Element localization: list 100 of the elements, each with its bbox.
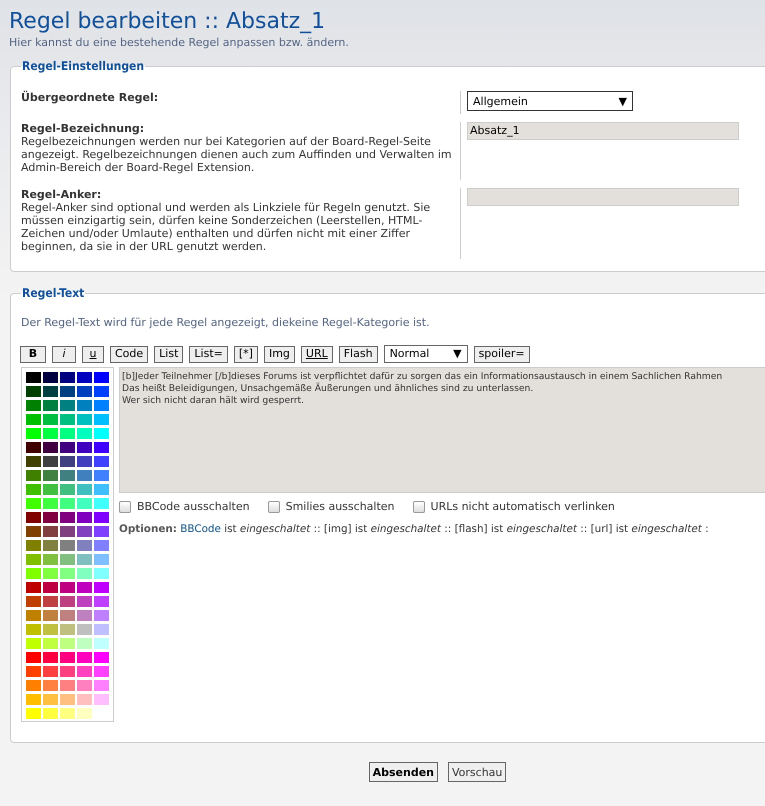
color-swatch[interactable] [26, 400, 41, 411]
color-swatch[interactable] [94, 470, 109, 481]
color-swatch[interactable] [77, 610, 92, 621]
color-swatch[interactable] [26, 638, 41, 649]
color-swatch[interactable] [77, 414, 92, 425]
color-swatch[interactable] [94, 582, 109, 593]
color-swatch[interactable] [94, 666, 109, 677]
color-swatch[interactable] [26, 470, 41, 481]
color-swatch[interactable] [43, 372, 58, 383]
color-swatch[interactable] [94, 554, 109, 565]
color-swatch[interactable] [94, 400, 109, 411]
color-swatch[interactable] [26, 652, 41, 663]
color-swatch[interactable] [26, 680, 41, 691]
color-swatch[interactable] [26, 596, 41, 607]
color-swatch[interactable] [43, 498, 58, 509]
color-swatch[interactable] [43, 428, 58, 439]
toolbar-button[interactable]: u [82, 346, 104, 362]
input-field[interactable]: Absatz_1 [467, 122, 739, 140]
color-swatch[interactable] [60, 666, 75, 677]
color-swatch[interactable] [77, 470, 92, 481]
color-swatch[interactable] [26, 666, 41, 677]
color-swatch[interactable] [26, 610, 41, 621]
color-swatch[interactable] [43, 582, 58, 593]
color-swatch[interactable] [60, 638, 75, 649]
checkbox[interactable] [119, 500, 131, 512]
color-swatch[interactable] [26, 414, 41, 425]
color-swatch[interactable] [43, 596, 58, 607]
color-swatch[interactable] [26, 708, 41, 719]
color-swatch[interactable] [77, 680, 92, 691]
color-swatch[interactable] [43, 708, 58, 719]
color-swatch[interactable] [43, 442, 58, 453]
color-swatch[interactable] [26, 526, 41, 537]
color-swatch[interactable] [94, 442, 109, 453]
color-swatch[interactable] [60, 652, 75, 663]
color-swatch[interactable] [43, 694, 58, 705]
color-swatch[interactable] [77, 512, 92, 523]
color-swatch[interactable] [43, 456, 58, 467]
toolbar-button[interactable]: URL [300, 346, 333, 362]
color-swatch[interactable] [60, 610, 75, 621]
color-swatch[interactable] [94, 372, 109, 383]
color-swatch[interactable] [94, 694, 109, 705]
color-swatch[interactable] [94, 386, 109, 397]
color-swatch[interactable] [77, 708, 92, 719]
toolbar-button[interactable]: List [154, 346, 184, 362]
color-swatch[interactable] [60, 694, 75, 705]
toolbar-button[interactable]: i [52, 346, 76, 362]
color-swatch[interactable] [60, 442, 75, 453]
color-swatch[interactable] [94, 624, 109, 635]
color-swatch[interactable] [26, 442, 41, 453]
parent-rule-select[interactable]: Allgemein ▼ [467, 91, 633, 111]
color-swatch[interactable] [94, 596, 109, 607]
color-swatch[interactable] [26, 568, 41, 579]
color-swatch[interactable] [60, 372, 75, 383]
color-swatch[interactable] [26, 456, 41, 467]
color-swatch[interactable] [77, 428, 92, 439]
text-area[interactable]: [b]Jeder Teilnehmer [/b]dieses Forums ist verpflichtet dafür zu sorgen das ein Informationsaustausch in einem Sachlichen Rahmen Das heißt Beleidigungen, Unsachgemäße Äußerungen und ähnliches sind zu unterlassen. Wer sich nicht daran hält wird gesperrt. [119, 367, 765, 493]
color-swatch[interactable] [94, 610, 109, 621]
color-swatch[interactable] [94, 638, 109, 649]
preview-button[interactable]: Vorschau [448, 762, 506, 782]
color-swatch[interactable] [94, 568, 109, 579]
bbcode-link[interactable]: BBCode [180, 523, 221, 535]
toolbar-button[interactable]: B [20, 346, 46, 362]
color-swatch[interactable] [26, 512, 41, 523]
color-swatch[interactable] [94, 526, 109, 537]
color-swatch[interactable] [43, 680, 58, 691]
color-swatch[interactable] [94, 498, 109, 509]
color-swatch[interactable] [60, 470, 75, 481]
color-swatch[interactable] [43, 554, 58, 565]
color-swatch[interactable] [60, 554, 75, 565]
color-swatch[interactable] [60, 512, 75, 523]
color-swatch[interactable] [77, 638, 92, 649]
color-swatch[interactable] [94, 484, 109, 495]
color-swatch[interactable] [77, 694, 92, 705]
checkbox[interactable] [268, 500, 280, 512]
color-swatch[interactable] [77, 666, 92, 677]
color-swatch[interactable] [77, 596, 92, 607]
color-swatch[interactable] [43, 652, 58, 663]
color-swatch[interactable] [94, 680, 109, 691]
color-swatch[interactable] [77, 540, 92, 551]
color-swatch[interactable] [43, 568, 58, 579]
color-swatch[interactable] [94, 512, 109, 523]
color-swatch[interactable] [94, 456, 109, 467]
color-swatch[interactable] [26, 624, 41, 635]
color-swatch[interactable] [26, 428, 41, 439]
color-swatch[interactable] [77, 456, 92, 467]
color-swatch[interactable] [60, 400, 75, 411]
font-size-select[interactable]: Normal ▼ [384, 345, 468, 363]
color-swatch[interactable] [43, 624, 58, 635]
color-swatch[interactable] [26, 540, 41, 551]
color-swatch[interactable] [77, 652, 92, 663]
color-swatch[interactable] [43, 512, 58, 523]
color-swatch[interactable] [60, 484, 75, 495]
color-swatch[interactable] [43, 638, 58, 649]
color-swatch[interactable] [26, 554, 41, 565]
color-swatch[interactable] [94, 540, 109, 551]
color-swatch[interactable] [43, 526, 58, 537]
color-swatch[interactable] [60, 708, 75, 719]
color-swatch[interactable] [77, 372, 92, 383]
color-swatch[interactable] [77, 386, 92, 397]
color-swatch[interactable] [43, 414, 58, 425]
